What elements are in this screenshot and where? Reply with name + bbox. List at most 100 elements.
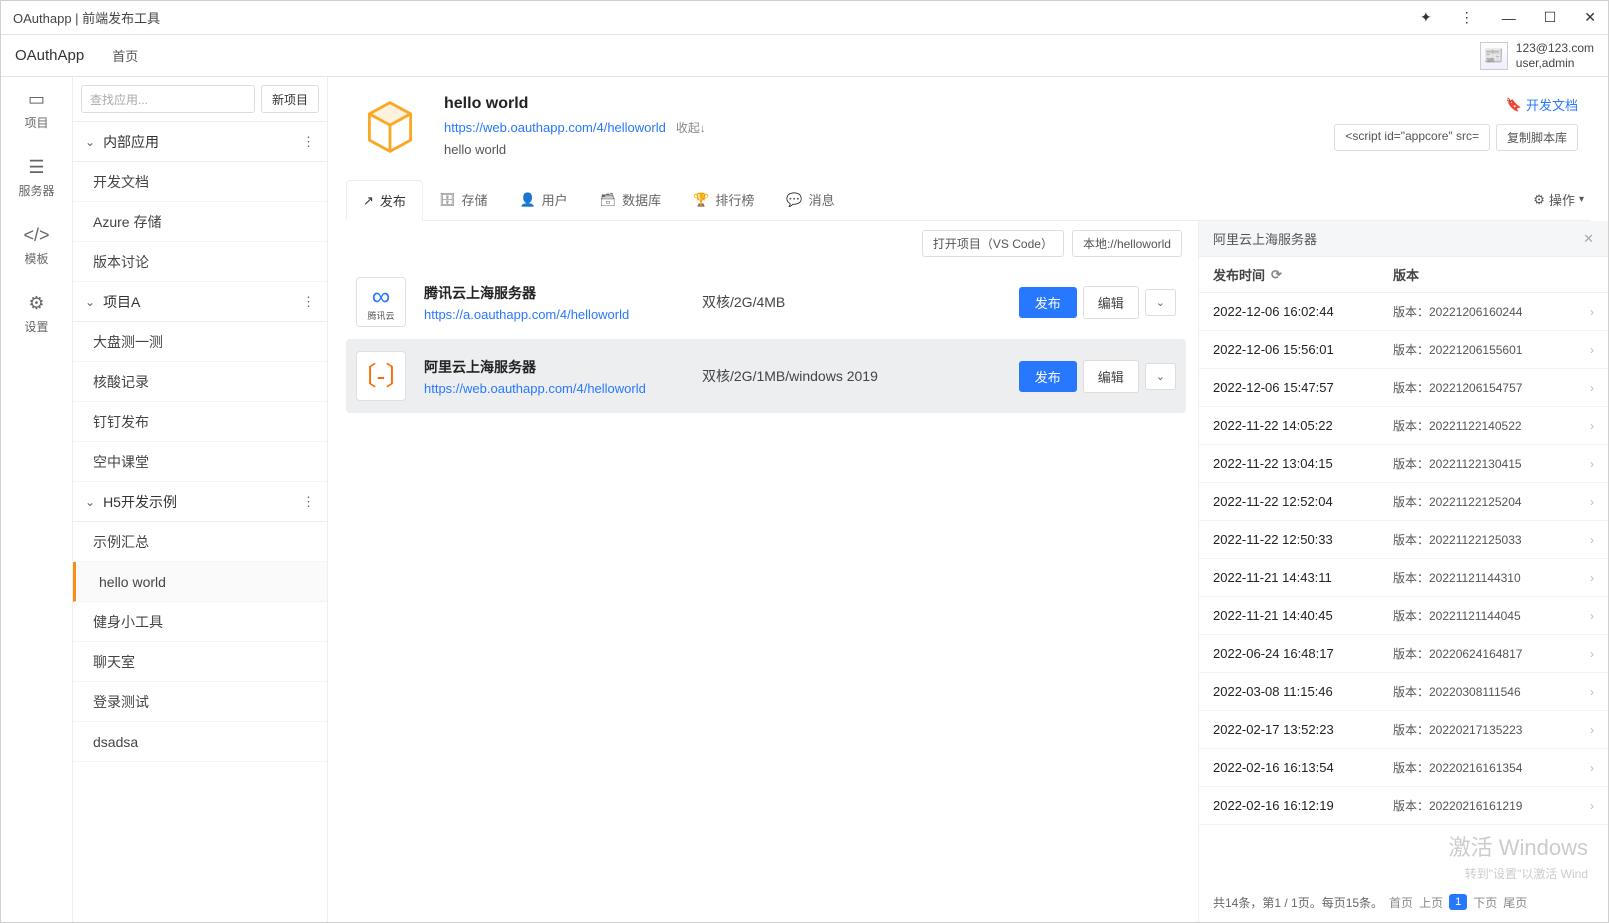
history-row[interactable]: 2022-11-22 12:50:33版本：20221122125033› xyxy=(1199,521,1608,559)
user-menu[interactable]: 📰 123@123.com user,admin xyxy=(1480,41,1594,70)
history-time: 2022-03-08 11:15:46 xyxy=(1213,684,1393,699)
group-label: 内部应用 xyxy=(103,132,302,152)
history-row[interactable]: 2022-11-22 12:52:04版本：20221122125204› xyxy=(1199,483,1608,521)
tree-item[interactable]: 开发文档 xyxy=(73,162,327,202)
history-row[interactable]: 2022-12-06 15:47:57版本：20221206154757› xyxy=(1199,369,1608,407)
history-row[interactable]: 2022-11-21 14:40:45版本：20221121144045› xyxy=(1199,597,1608,635)
tree-group-header[interactable]: ⌄ 内部应用⋮ xyxy=(73,122,327,162)
tree-item[interactable]: 核酸记录 xyxy=(73,362,327,402)
user-avatar-icon: 📰 xyxy=(1480,42,1508,70)
tree-item[interactable]: 大盘测一测 xyxy=(73,322,327,362)
server-url[interactable]: https://a.oauthapp.com/4/helloworld xyxy=(424,307,684,322)
minimize-icon[interactable]: — xyxy=(1502,10,1516,26)
tab-数据库[interactable]: 🗃数据库 xyxy=(584,179,678,220)
operations-button[interactable]: ⚙ 操作 ▾ xyxy=(1527,190,1590,209)
group-menu-icon[interactable]: ⋮ xyxy=(302,134,315,150)
extension-icon[interactable]: ✦ xyxy=(1420,9,1432,26)
server-row[interactable]: ∞腾讯云 腾讯云上海服务器 https://a.oauthapp.com/4/h… xyxy=(346,265,1186,339)
copy-script-button[interactable]: 复制脚本库 xyxy=(1496,124,1578,151)
open-vscode-button[interactable]: 打开项目（VS Code） xyxy=(922,230,1064,257)
tree-item[interactable]: 示例汇总 xyxy=(73,522,327,562)
page-first[interactable]: 首页 xyxy=(1389,894,1413,911)
chevron-right-icon: › xyxy=(1590,495,1594,509)
history-row[interactable]: 2022-11-21 14:43:11版本：20221121144310› xyxy=(1199,559,1608,597)
dropdown-button[interactable]: ⌄ xyxy=(1145,289,1176,316)
project-icon xyxy=(358,95,422,159)
chevron-right-icon: › xyxy=(1590,799,1594,813)
close-icon[interactable]: ✕ xyxy=(1584,9,1596,26)
search-input[interactable]: 查找应用... xyxy=(81,85,255,113)
tab-排行榜[interactable]: 🏆排行榜 xyxy=(677,179,770,220)
more-icon[interactable]: ⋮ xyxy=(1460,9,1474,26)
close-panel-icon[interactable]: ✕ xyxy=(1583,231,1594,247)
brand[interactable]: OAuthApp xyxy=(15,47,84,64)
history-version: 版本：20220217135223 xyxy=(1393,721,1590,738)
tab-用户[interactable]: 👤用户 xyxy=(503,179,583,220)
chevron-down-icon: ⌄ xyxy=(85,495,95,509)
nav-home[interactable]: 首页 xyxy=(112,46,138,65)
tab-消息[interactable]: 💬消息 xyxy=(770,179,850,220)
page-prev[interactable]: 上页 xyxy=(1419,894,1443,911)
sidebar-list: 查找应用... 新项目 ⌄内部应用⋮开发文档Azure 存储版本讨论⌄项目A⋮大… xyxy=(73,77,328,922)
group-menu-icon[interactable]: ⋮ xyxy=(302,494,315,510)
sidebar-icons: ▭ 项目 ☰ 服务器 </> 模板 ⚙ 设置 xyxy=(1,77,73,922)
publish-button[interactable]: 发布 xyxy=(1019,287,1077,318)
history-time: 2022-02-16 16:13:54 xyxy=(1213,760,1393,775)
tab-label: 排行榜 xyxy=(715,190,754,209)
chevron-down-icon: ⌄ xyxy=(85,135,95,149)
tab-icon: 💬 xyxy=(786,192,802,208)
tree-item[interactable]: 健身小工具 xyxy=(73,602,327,642)
history-row[interactable]: 2022-02-17 13:52:23版本：20220217135223› xyxy=(1199,711,1608,749)
group-label: 项目A xyxy=(103,292,302,312)
tree-group-header[interactable]: ⌄H5开发示例⋮ xyxy=(73,482,327,522)
tab-label: 数据库 xyxy=(622,190,661,209)
history-time: 2022-12-06 15:47:57 xyxy=(1213,380,1393,395)
dropdown-button[interactable]: ⌄ xyxy=(1145,363,1176,390)
history-row[interactable]: 2022-11-22 14:05:22版本：20221122140522› xyxy=(1199,407,1608,445)
project-header: hello world https://web.oauthapp.com/4/h… xyxy=(328,77,1608,159)
maximize-icon[interactable]: ☐ xyxy=(1544,9,1557,26)
tree-group-header[interactable]: ⌄项目A⋮ xyxy=(73,282,327,322)
tree-item[interactable]: Azure 存储 xyxy=(73,202,327,242)
server-row[interactable]: 〔-〕 阿里云上海服务器 https://web.oauthapp.com/4/… xyxy=(346,339,1186,413)
history-row[interactable]: 2022-02-16 16:12:19版本：20220216161219› xyxy=(1199,787,1608,825)
tab-存储[interactable]: 🗄存储 xyxy=(423,179,504,220)
page-last[interactable]: 尾页 xyxy=(1503,894,1527,911)
tree-item[interactable]: 空中课堂 xyxy=(73,442,327,482)
publish-button[interactable]: 发布 xyxy=(1019,361,1077,392)
chevron-right-icon: › xyxy=(1590,647,1594,661)
tree-item[interactable]: 版本讨论 xyxy=(73,242,327,282)
history-row[interactable]: 2022-06-24 16:48:17版本：20220624164817› xyxy=(1199,635,1608,673)
history-row[interactable]: 2022-03-08 11:15:46版本：20220308111546› xyxy=(1199,673,1608,711)
group-menu-icon[interactable]: ⋮ xyxy=(302,294,315,310)
script-snippet[interactable]: <script id="appcore" src= xyxy=(1334,124,1490,151)
sidebar-templates[interactable]: </> 模板 xyxy=(23,225,49,267)
edit-button[interactable]: 编辑 xyxy=(1083,360,1139,393)
tree-item[interactable]: 登录测试 xyxy=(73,682,327,722)
history-row[interactable]: 2022-11-22 13:04:15版本：20221122130415› xyxy=(1199,445,1608,483)
collapse-toggle[interactable]: 收起↓ xyxy=(676,119,706,136)
edit-button[interactable]: 编辑 xyxy=(1083,286,1139,319)
sidebar-servers[interactable]: ☰ 服务器 xyxy=(18,157,54,199)
tab-发布[interactable]: ↗发布 xyxy=(346,180,423,221)
history-row[interactable]: 2022-02-16 16:13:54版本：20220216161354› xyxy=(1199,749,1608,787)
local-path-chip[interactable]: 本地://helloworld xyxy=(1072,230,1182,257)
server-url[interactable]: https://web.oauthapp.com/4/helloworld xyxy=(424,381,684,396)
history-row[interactable]: 2022-12-06 15:56:01版本：20221206155601› xyxy=(1199,331,1608,369)
history-row[interactable]: 2022-12-06 16:02:44版本：20221206160244› xyxy=(1199,293,1608,331)
tree-item[interactable]: hello world xyxy=(73,562,327,602)
tree-item[interactable]: 聊天室 xyxy=(73,642,327,682)
history-panel-title: 阿里云上海服务器 xyxy=(1213,229,1317,248)
tree-item[interactable]: dsadsa xyxy=(73,722,327,762)
project-url[interactable]: https://web.oauthapp.com/4/helloworld xyxy=(444,120,666,135)
sidebar-settings[interactable]: ⚙ 设置 xyxy=(24,293,48,335)
server-name: 阿里云上海服务器 xyxy=(424,357,684,377)
sidebar-projects[interactable]: ▭ 项目 xyxy=(24,89,48,131)
dev-doc-link[interactable]: 🔖 开发文档 xyxy=(1506,95,1578,114)
tree-item[interactable]: 钉钉发布 xyxy=(73,402,327,442)
col-version: 版本 xyxy=(1393,265,1594,284)
refresh-icon[interactable]: ⟳ xyxy=(1271,267,1282,283)
page-next[interactable]: 下页 xyxy=(1473,894,1497,911)
history-time: 2022-11-22 12:50:33 xyxy=(1213,532,1393,547)
new-project-button[interactable]: 新项目 xyxy=(261,85,319,113)
